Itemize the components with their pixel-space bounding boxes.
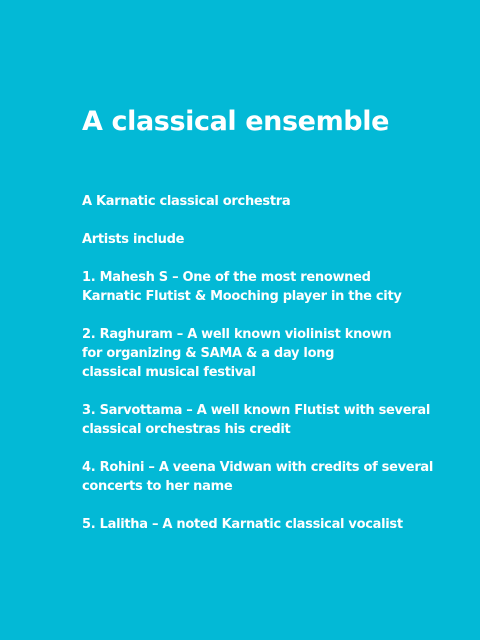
artist-line: 2. Raghuram – A well known violinist kno… — [82, 327, 392, 342]
artists-intro: Artists include — [82, 232, 185, 247]
artist-line: 4. Rohini – A veena Vidwan with credits … — [82, 460, 434, 475]
artist-line: for organizing & SAMA & a day long — [82, 346, 335, 361]
artist-line: 5. Lalitha – A noted Karnatic classical … — [82, 517, 403, 532]
artist-line: Karnatic Flutist & Mooching player in th… — [82, 289, 402, 304]
artist-entry-1: 1. Mahesh S – One of the most renowned K… — [82, 268, 480, 306]
artist-entry-3: 3. Sarvottama – A well known Flutist wit… — [82, 401, 480, 439]
artist-line: 3. Sarvottama – A well known Flutist wit… — [82, 403, 430, 418]
slide-body: A Karnatic classical orchestra Artists i… — [82, 192, 480, 534]
artist-entry-2: 2. Raghuram – A well known violinist kno… — [82, 325, 480, 382]
slide-title: A classical ensemble — [82, 106, 389, 137]
slide: A classical ensemble A Karnatic classica… — [0, 0, 480, 640]
artist-entry-4: 4. Rohini – A veena Vidwan with credits … — [82, 458, 480, 496]
artist-line: 1. Mahesh S – One of the most renowned — [82, 270, 371, 285]
artist-entry-5: 5. Lalitha – A noted Karnatic classical … — [82, 515, 480, 534]
artist-line: classical orchestras his credit — [82, 422, 291, 437]
artist-line: concerts to her name — [82, 479, 233, 494]
artist-line: classical musical festival — [82, 365, 256, 380]
slide-subtitle: A Karnatic classical orchestra — [82, 194, 291, 209]
